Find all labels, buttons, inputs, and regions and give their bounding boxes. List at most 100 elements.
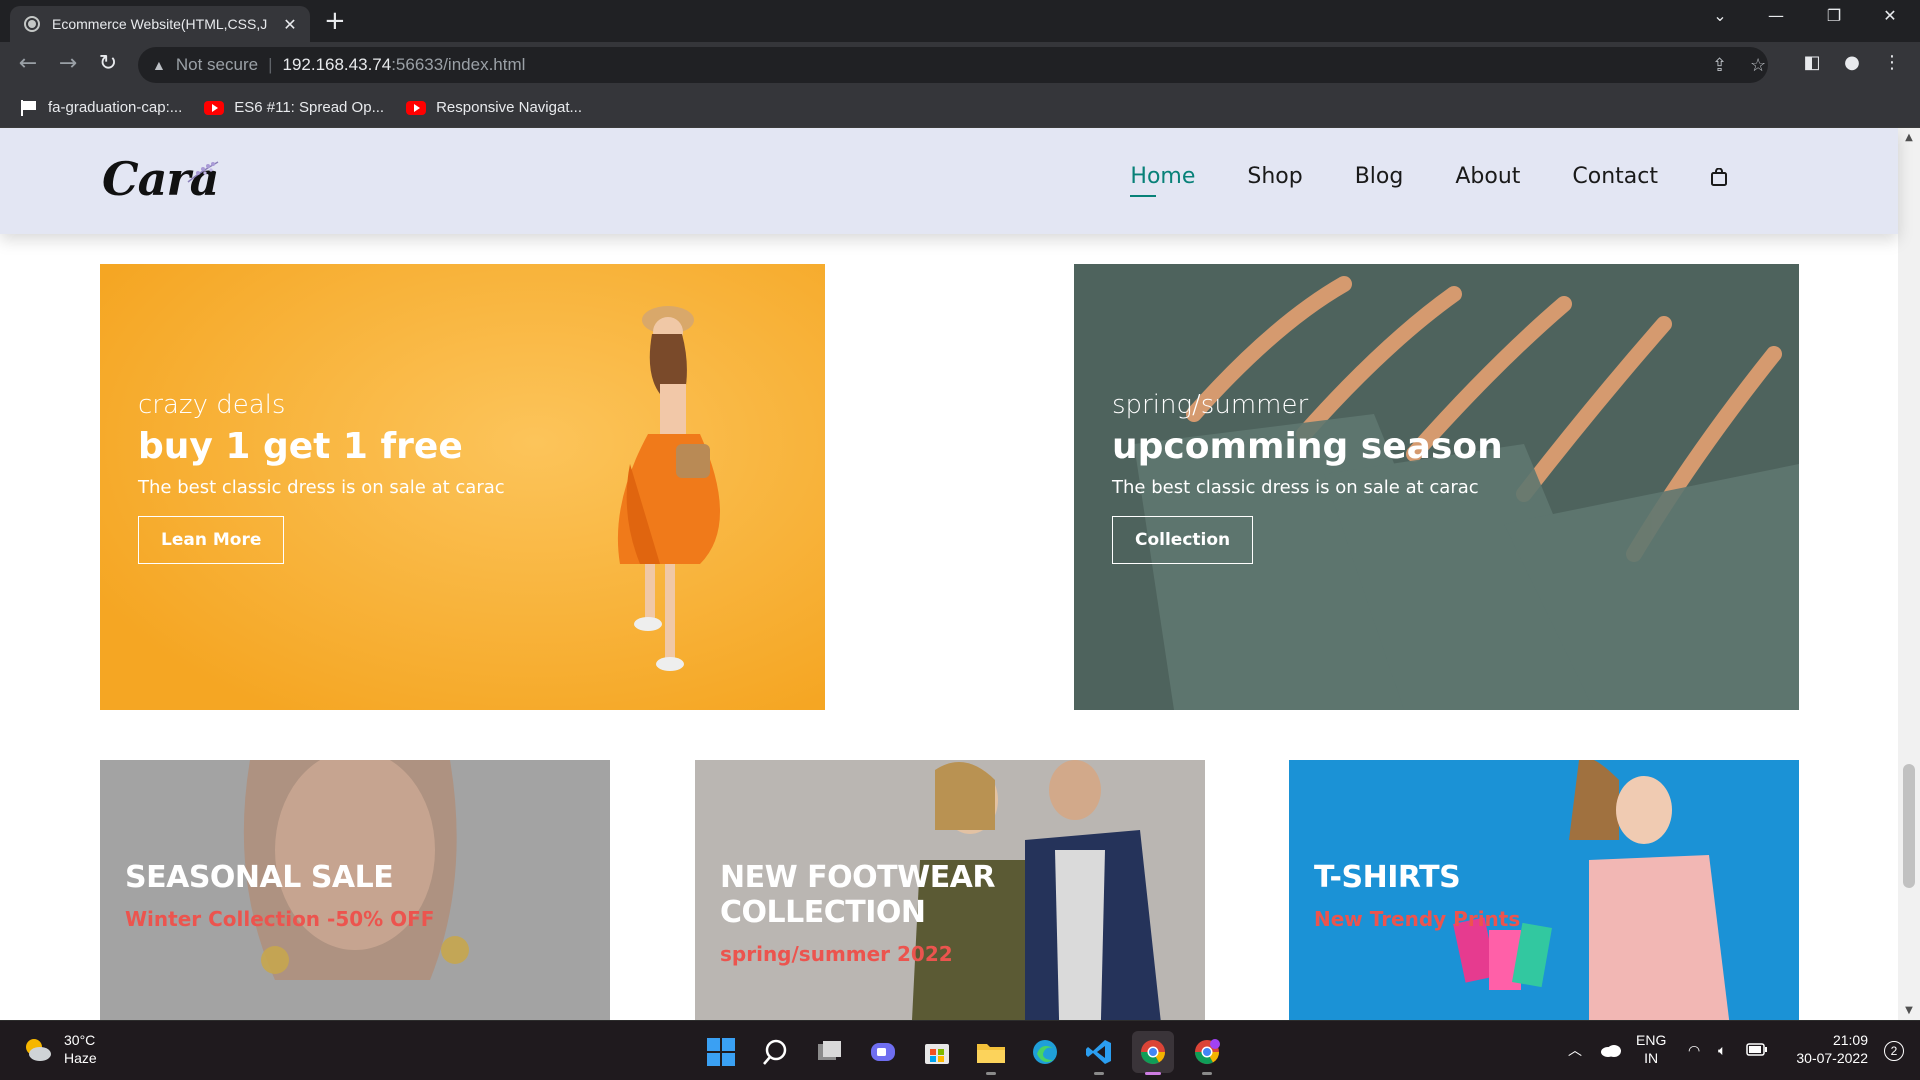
banner-crazy-deals: crazy deals buy 1 get 1 free The best cl… xyxy=(100,264,825,710)
battery-icon[interactable] xyxy=(1746,1043,1768,1057)
nav-home[interactable]: Home xyxy=(1130,164,1195,197)
task-view-button[interactable] xyxy=(808,1031,850,1073)
windows-logo-icon xyxy=(707,1038,735,1066)
chrome-alt-icon xyxy=(1195,1039,1220,1065)
tab-title: Ecommerce Website(HTML,CSS,J xyxy=(52,16,268,32)
restore-button[interactable]: ❐ xyxy=(1814,6,1854,25)
reload-button[interactable]: ↻ xyxy=(94,52,122,76)
bookmark-label: Responsive Navigat... xyxy=(436,99,582,116)
profile-icon[interactable]: ● xyxy=(1838,52,1866,73)
page-viewport: Cara Home Shop Blog About Contact crazy … xyxy=(0,128,1920,1020)
wifi-icon[interactable]: ◠ xyxy=(1688,1041,1700,1059)
nav-about[interactable]: About xyxy=(1455,164,1520,189)
banner-subtitle: spring/summer 2022 xyxy=(720,942,953,966)
chrome-button[interactable] xyxy=(1132,1031,1174,1075)
banner-subtitle: New Trendy Prints xyxy=(1314,907,1521,931)
weather-temperature: 30°C xyxy=(64,1032,96,1048)
bookmark-label: ES6 #11: Spread Op... xyxy=(234,99,385,116)
language-indicator[interactable]: ENG IN xyxy=(1636,1031,1666,1067)
banner-seasonal-sale[interactable]: SEASONAL SALE Winter Collection -50% OFF xyxy=(100,760,610,1020)
lavender-sprig-icon xyxy=(187,161,219,183)
tab-close-icon[interactable]: ✕ xyxy=(280,15,300,34)
scroll-up-icon[interactable]: ▲ xyxy=(1898,132,1920,143)
minimize-button[interactable]: — xyxy=(1756,6,1796,25)
site-header: Cara Home Shop Blog About Contact xyxy=(0,128,1898,234)
close-window-button[interactable]: ✕ xyxy=(1870,6,1910,25)
tab-search-chevron-icon[interactable]: ⌄ xyxy=(1700,6,1740,25)
banner-text: crazy deals buy 1 get 1 free The best cl… xyxy=(138,390,505,564)
learn-more-button[interactable]: Lean More xyxy=(138,516,285,564)
running-indicator xyxy=(1094,1072,1104,1075)
main-nav: Home Shop Blog About Contact xyxy=(1078,164,1728,197)
nav-blog[interactable]: Blog xyxy=(1355,164,1404,189)
bookmark-item[interactable]: fa-graduation-cap:... xyxy=(20,99,182,116)
browser-tab[interactable]: Ecommerce Website(HTML,CSS,J ✕ xyxy=(10,6,310,42)
banner-title: T-SHIRTS xyxy=(1314,860,1461,895)
folder-icon xyxy=(977,1044,1005,1063)
show-hidden-icons-chevron-icon[interactable]: ︿ xyxy=(1568,1041,1582,1059)
weather-widget[interactable]: 30°C Haze xyxy=(22,1031,97,1067)
collection-button[interactable]: Collection xyxy=(1112,516,1254,564)
not-secure-label: Not secure xyxy=(175,55,259,74)
browser-titlebar: Ecommerce Website(HTML,CSS,J ✕ + ⌄ — ❐ ✕ xyxy=(0,0,1920,42)
nav-shop[interactable]: Shop xyxy=(1247,164,1302,189)
banner-text: T-SHIRTS New Trendy Prints xyxy=(1314,860,1520,931)
nav-contact[interactable]: Contact xyxy=(1572,164,1658,189)
notification-badge[interactable]: 2 xyxy=(1884,1041,1904,1061)
chrome-canary-button[interactable] xyxy=(1186,1031,1228,1075)
scrollbar-thumb[interactable] xyxy=(1903,764,1915,888)
banner-headline: buy 1 get 1 free xyxy=(138,426,463,467)
banner-headline: upcomming season xyxy=(1112,426,1503,467)
store-icon xyxy=(925,1044,949,1064)
banner-text: NEW FOOTWEAR COLLECTION spring/summer 20… xyxy=(720,860,1205,966)
banner-text: spring/summer upcomming season The best … xyxy=(1112,390,1503,564)
forward-button[interactable]: → xyxy=(54,52,82,76)
bookmark-star-icon[interactable]: ☆ xyxy=(1750,47,1766,83)
banner-tshirts[interactable]: T-SHIRTS New Trendy Prints xyxy=(1289,760,1799,1020)
file-explorer-button[interactable] xyxy=(970,1031,1012,1075)
bookmark-item[interactable]: Responsive Navigat... xyxy=(406,99,582,116)
menu-kebab-icon[interactable]: ⋮ xyxy=(1878,52,1906,73)
address-bar[interactable]: ▲ Not secure | 192.168.43.74:56633/index… xyxy=(138,47,1768,83)
weather-description: Haze xyxy=(64,1050,97,1066)
chrome-icon xyxy=(1141,1040,1165,1065)
url-host: 192.168.43.74 xyxy=(282,55,392,74)
url-separator: | xyxy=(268,55,273,74)
bookmark-label: fa-graduation-cap:... xyxy=(48,99,183,116)
warning-icon: ▲ xyxy=(152,57,166,73)
clock[interactable]: 21:09 30-07-2022 xyxy=(1788,1031,1868,1067)
weather-haze-icon xyxy=(26,1039,51,1061)
banner-footwear-collection[interactable]: NEW FOOTWEAR COLLECTION spring/summer 20… xyxy=(695,760,1205,1020)
start-button[interactable] xyxy=(700,1031,742,1073)
microsoft-store-button[interactable] xyxy=(916,1031,958,1073)
taskbar-apps xyxy=(694,1031,1234,1075)
new-tab-button[interactable]: + xyxy=(324,8,346,34)
onedrive-cloud-icon[interactable] xyxy=(1600,1043,1622,1057)
share-icon[interactable]: ⇪ xyxy=(1712,47,1727,83)
banner-description: The best classic dress is on sale at car… xyxy=(138,477,505,498)
shopping-bag-icon[interactable] xyxy=(1710,167,1728,186)
region-code: IN xyxy=(1644,1050,1659,1066)
search-icon xyxy=(763,1039,787,1065)
banner-upcoming-season: spring/summer upcomming season The best … xyxy=(1074,264,1799,710)
running-indicator xyxy=(1202,1072,1212,1075)
running-indicator xyxy=(986,1072,996,1075)
side-panel-icon[interactable]: ◧ xyxy=(1798,52,1826,73)
url-path: :56633/index.html xyxy=(391,55,526,74)
clock-date: 30-07-2022 xyxy=(1796,1050,1868,1066)
bookmark-item[interactable]: ES6 #11: Spread Op... xyxy=(204,99,384,116)
windows-taskbar: 30°C Haze ︿ ENG IN ◠ 🔈︎ 21:09 30-07-2022… xyxy=(0,1020,1920,1080)
search-button[interactable] xyxy=(754,1031,796,1073)
chat-icon xyxy=(871,1043,895,1061)
volume-icon[interactable]: 🔈︎ xyxy=(1718,1041,1726,1059)
page-scrollbar[interactable]: ▲ ▼ xyxy=(1898,128,1920,1020)
banner-subtitle: Winter Collection -50% OFF xyxy=(125,907,435,931)
vscode-button[interactable] xyxy=(1078,1031,1120,1075)
task-view-icon xyxy=(818,1041,841,1060)
edge-browser-button[interactable] xyxy=(1024,1031,1066,1073)
scroll-down-icon[interactable]: ▼ xyxy=(1898,1005,1920,1016)
bookmarks-bar: fa-graduation-cap:... ES6 #11: Spread Op… xyxy=(0,88,1920,128)
banner-title: SEASONAL SALE xyxy=(125,860,394,895)
teams-chat-button[interactable] xyxy=(862,1031,904,1073)
back-button[interactable]: ← xyxy=(14,52,42,76)
